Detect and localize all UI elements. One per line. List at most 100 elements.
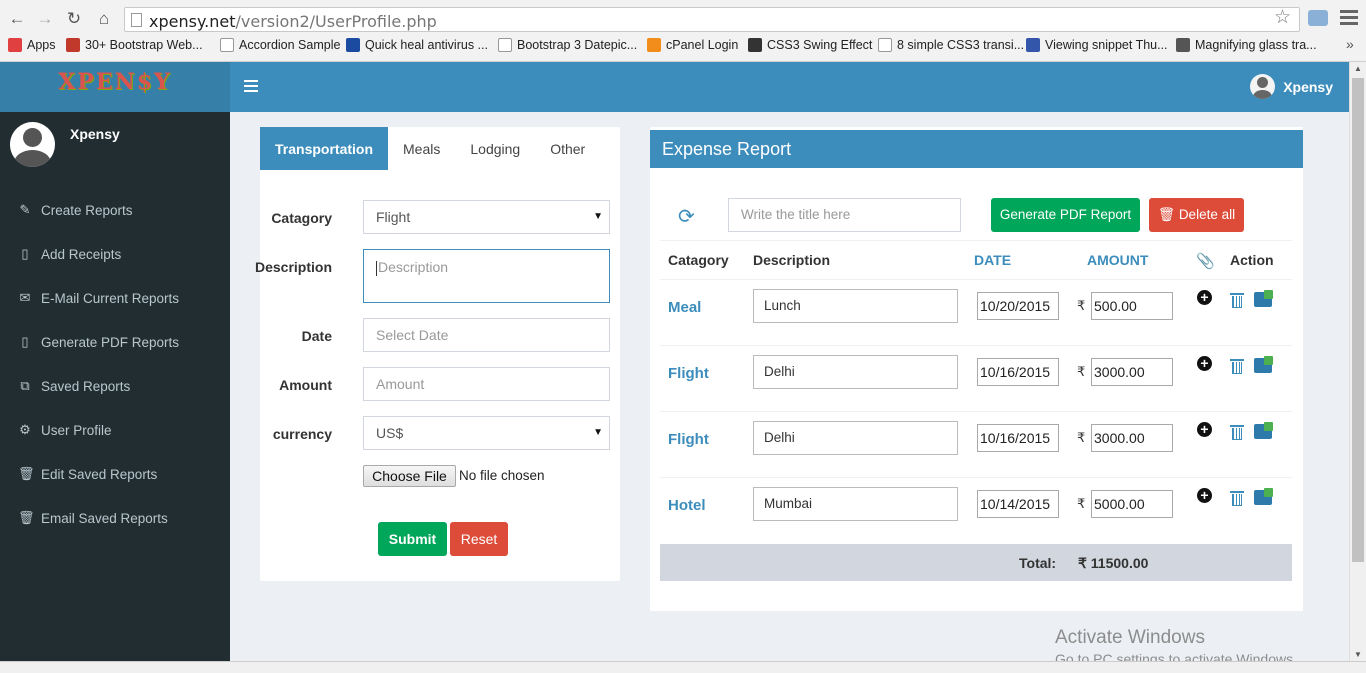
delete-all-button[interactable]: 🗑 Delete all bbox=[1149, 198, 1244, 232]
description-field[interactable]: Delhi bbox=[753, 355, 958, 389]
sidebar-item-user-profile[interactable]: ⚙ User Profile bbox=[0, 408, 230, 452]
add-attachment-icon[interactable]: + bbox=[1197, 422, 1212, 437]
description-field[interactable]: Mumbai bbox=[753, 487, 958, 521]
add-attachment-icon[interactable]: + bbox=[1197, 356, 1212, 371]
add-attachment-icon[interactable]: + bbox=[1197, 290, 1212, 305]
bookmark-item[interactable]: Viewing snippet Thu... bbox=[1026, 38, 1168, 52]
sidebar-item-create-reports[interactable]: ✎ Create Reports bbox=[0, 188, 230, 232]
choose-file-button[interactable]: Choose File bbox=[363, 465, 456, 487]
bookmark-item[interactable]: 30+ Bootstrap Web... bbox=[66, 38, 203, 52]
app-header: XPEN$Y Xpensy bbox=[0, 62, 1349, 112]
sidebar-item-label: Generate PDF Reports bbox=[41, 334, 180, 350]
submit-button[interactable]: Submit bbox=[378, 522, 447, 556]
amount-field[interactable]: 5000.00 bbox=[1091, 490, 1173, 518]
expense-report-panel: Expense Report ⟳ Write the title here Ge… bbox=[650, 127, 1303, 611]
reload-icon[interactable]: ↻ bbox=[63, 8, 85, 30]
url-path: /version2/UserProfile.php bbox=[235, 12, 437, 31]
back-arrow-icon[interactable]: ← bbox=[6, 8, 28, 30]
scrollbar-thumb[interactable] bbox=[1352, 78, 1364, 562]
bookmark-favicon-icon bbox=[1176, 38, 1190, 52]
currency-select[interactable]: US$ ▼ bbox=[363, 416, 610, 450]
sidebar-item-label: Create Reports bbox=[41, 202, 133, 218]
bookmark-star-icon[interactable]: ☆ bbox=[1274, 8, 1291, 28]
bookmark-label: cPanel Login bbox=[666, 38, 739, 52]
reset-button[interactable]: Reset bbox=[450, 522, 508, 556]
amount-input[interactable]: Amount bbox=[363, 367, 610, 401]
col-date[interactable]: DATE bbox=[974, 252, 1011, 268]
camera-extension-icon[interactable] bbox=[1308, 10, 1328, 26]
browser-chrome: ← → ↻ ⌂ xpensy.net/version2/UserProfile.… bbox=[0, 0, 1366, 62]
date-field[interactable]: 10/16/2015 bbox=[977, 358, 1059, 386]
address-bar[interactable]: xpensy.net/version2/UserProfile.php bbox=[124, 7, 1300, 32]
report-title-input[interactable]: Write the title here bbox=[728, 198, 961, 232]
scroll-up-icon[interactable]: ▲ bbox=[1354, 64, 1362, 73]
description-field[interactable]: Delhi bbox=[753, 421, 958, 455]
col-category: Catagory bbox=[668, 252, 729, 268]
bookmark-item[interactable]: cPanel Login bbox=[647, 38, 738, 52]
bookmarks-overflow-icon[interactable]: » bbox=[1346, 36, 1354, 52]
delete-row-icon[interactable] bbox=[1230, 423, 1244, 440]
bookmark-favicon-icon bbox=[220, 38, 234, 52]
amount-field[interactable]: 3000.00 bbox=[1091, 424, 1173, 452]
home-icon[interactable]: ⌂ bbox=[93, 8, 115, 30]
paperclip-icon: 📎 bbox=[1196, 253, 1215, 270]
add-attachment-icon[interactable]: + bbox=[1197, 488, 1212, 503]
sidebar-item-e-mail-current-reports[interactable]: ✉ E-Mail Current Reports bbox=[0, 276, 230, 320]
amount-field[interactable]: 500.00 bbox=[1091, 292, 1173, 320]
bookmark-item[interactable]: 8 simple CSS3 transi... bbox=[878, 38, 1024, 52]
tab-other[interactable]: Other bbox=[535, 127, 600, 170]
browser-menu-icon[interactable] bbox=[1340, 10, 1358, 26]
save-row-icon[interactable] bbox=[1254, 290, 1273, 307]
user-menu[interactable]: Xpensy bbox=[1250, 74, 1333, 99]
total-value: ₹ 11500.00 bbox=[1078, 555, 1149, 571]
scroll-down-icon[interactable]: ▼ bbox=[1354, 650, 1362, 659]
envelope-icon: ✉ bbox=[19, 290, 31, 305]
date-input[interactable]: Select Date bbox=[363, 318, 610, 352]
tab-lodging[interactable]: Lodging bbox=[455, 127, 535, 170]
delete-row-icon[interactable] bbox=[1230, 357, 1244, 374]
date-field[interactable]: 10/16/2015 bbox=[977, 424, 1059, 452]
date-field[interactable]: 10/20/2015 bbox=[977, 292, 1059, 320]
delete-row-icon[interactable] bbox=[1230, 291, 1244, 308]
expense-entry-form: Transportation Meals Lodging Other Catagory… bbox=[255, 127, 620, 581]
bookmark-item[interactable]: CSS3 Swing Effect bbox=[748, 38, 872, 52]
avatar bbox=[10, 122, 55, 167]
delete-all-label: Delete all bbox=[1178, 207, 1236, 222]
description-placeholder: Description bbox=[378, 259, 449, 275]
generate-pdf-button[interactable]: Generate PDF Report bbox=[991, 198, 1140, 232]
sidebar-item-email-saved-reports[interactable]: 🗑 Email Saved Reports bbox=[0, 496, 230, 540]
bookmark-item[interactable]: Apps bbox=[8, 38, 56, 52]
bookmark-item[interactable]: Quick heal antivirus ... bbox=[346, 38, 488, 52]
sidebar-item-edit-saved-reports[interactable]: 🗑 Edit Saved Reports bbox=[0, 452, 230, 496]
watermark-line1: Activate Windows bbox=[1055, 627, 1205, 648]
forward-arrow-icon[interactable]: → bbox=[34, 8, 56, 30]
tab-meals[interactable]: Meals bbox=[388, 127, 455, 170]
xpensy-logo[interactable]: XPEN$Y bbox=[0, 62, 230, 112]
category-select[interactable]: Flight ▼ bbox=[363, 200, 610, 234]
sidebar-item-add-receipts[interactable]: ▯ Add Receipts bbox=[0, 232, 230, 276]
tab-transportation[interactable]: Transportation bbox=[260, 127, 389, 170]
col-action: Action bbox=[1230, 252, 1274, 268]
date-field[interactable]: 10/14/2015 bbox=[977, 490, 1059, 518]
save-row-icon[interactable] bbox=[1254, 356, 1273, 373]
bookmark-item[interactable]: Magnifying glass tra... bbox=[1176, 38, 1317, 52]
sidebar-item-generate-pdf-reports[interactable]: ▯ Generate PDF Reports bbox=[0, 320, 230, 364]
description-textarea[interactable]: Description bbox=[363, 249, 610, 303]
refresh-icon[interactable]: ⟳ bbox=[678, 207, 698, 227]
save-row-icon[interactable] bbox=[1254, 422, 1273, 439]
amount-field[interactable]: 3000.00 bbox=[1091, 358, 1173, 386]
sidebar-item-saved-reports[interactable]: ⧉ Saved Reports bbox=[0, 364, 230, 408]
delete-row-icon[interactable] bbox=[1230, 489, 1244, 506]
sidebar-toggle-icon[interactable] bbox=[244, 80, 258, 92]
bookmark-item[interactable]: Bootstrap 3 Datepic... bbox=[498, 38, 637, 52]
bookmark-favicon-icon bbox=[748, 38, 762, 52]
category-select-value: Flight bbox=[376, 209, 411, 225]
bookmark-item[interactable]: Accordion Sample bbox=[220, 38, 340, 52]
col-amount[interactable]: AMOUNT bbox=[1087, 252, 1148, 268]
vertical-scrollbar[interactable]: ▲ ▼ bbox=[1349, 62, 1366, 661]
description-field[interactable]: Lunch bbox=[753, 289, 958, 323]
save-row-icon[interactable] bbox=[1254, 488, 1273, 505]
copy-icon: ⧉ bbox=[20, 378, 30, 393]
sidebar-item-label: Saved Reports bbox=[41, 378, 131, 394]
divider bbox=[660, 411, 1292, 412]
